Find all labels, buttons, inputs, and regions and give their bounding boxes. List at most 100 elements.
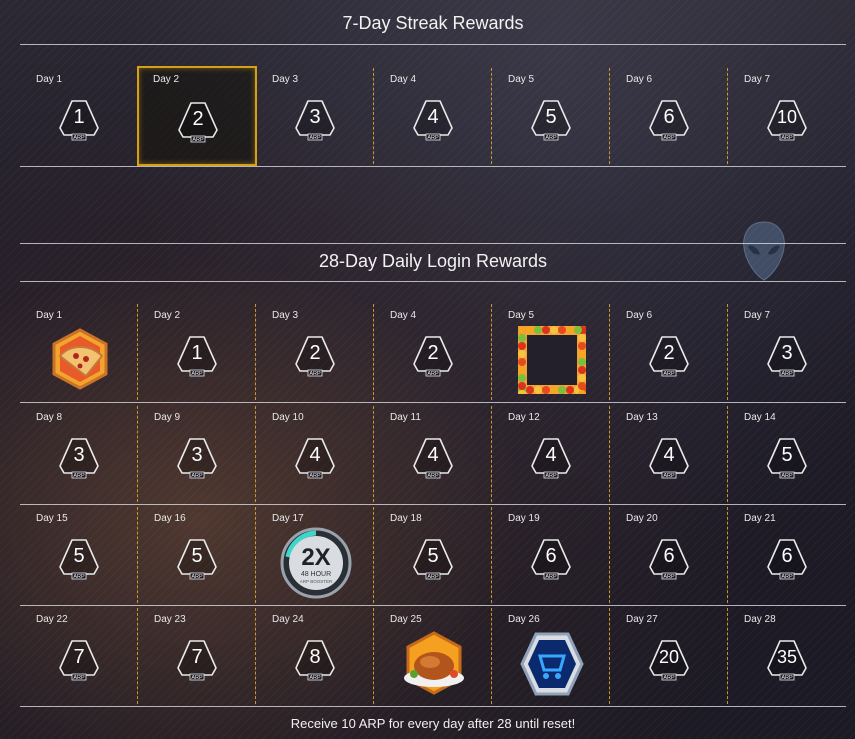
day-label: Day 23 <box>154 614 186 625</box>
svg-text:ARP BOOSTER: ARP BOOSTER <box>300 579 333 584</box>
arp-badge-icon: 4 <box>411 436 455 480</box>
arp-amount: 6 <box>663 106 675 128</box>
arp-badge-icon: 5 <box>529 98 573 142</box>
daily-section-title: 28-Day Daily Login Rewards <box>318 251 548 271</box>
day-label: Day 5 <box>508 310 535 321</box>
boost-multiplier: 2X <box>301 544 330 571</box>
daily-day-cell: Day 23 7 <box>138 606 256 706</box>
arp-amount: 5 <box>545 106 557 128</box>
day-label: Day 11 <box>390 412 421 423</box>
day-label: Day 28 <box>744 614 776 625</box>
shopping-cart-badge-icon <box>518 630 586 698</box>
daily-title-rule <box>20 281 846 282</box>
day-label: Day 27 <box>626 614 658 625</box>
arp-amount: 4 <box>309 444 321 466</box>
streak-top-rule <box>20 44 846 45</box>
arp-badge-icon: 6 <box>647 537 691 581</box>
arp-badge-icon: 4 <box>647 436 691 480</box>
day-label: Day 10 <box>272 412 304 423</box>
daily-day-cell: Day 11 4 <box>374 404 492 504</box>
daily-day-cell: Day 3 2 <box>256 302 374 402</box>
pizza-icon <box>46 326 114 394</box>
arp-badge-icon: 1 <box>175 334 219 378</box>
daily-day-cell: Day 24 8 <box>256 606 374 706</box>
daily-day-cell: Day 17 2X 48 HOUR ARP BOOSTER <box>256 505 374 605</box>
arp-amount: 3 <box>309 106 321 128</box>
daily-day-cell: Day 5 <box>492 302 610 402</box>
day-label: Day 17 <box>272 513 304 524</box>
daily-day-cell: Day 13 4 <box>610 404 728 504</box>
arp-badge-icon: 6 <box>529 537 573 581</box>
day-label: Day 7 <box>744 74 771 85</box>
day-label: Day 13 <box>626 412 658 423</box>
arp-badge-icon: 4 <box>529 436 573 480</box>
arp-badge-icon: 35 <box>765 638 809 682</box>
day-label: Day 16 <box>154 513 186 524</box>
arp-amount: 1 <box>73 106 85 128</box>
arp-badge-icon: 3 <box>175 436 219 480</box>
daily-day-cell: Day 20 6 <box>610 505 728 605</box>
daily-day-cell: Day 25 <box>374 606 492 706</box>
daily-day-cell: Day 1 <box>20 302 138 402</box>
arp-badge-icon: 4 <box>411 98 455 142</box>
arp-amount: 10 <box>776 107 798 127</box>
daily-row-rule <box>20 706 846 707</box>
day-label: Day 1 <box>36 310 63 321</box>
day-label: Day 9 <box>154 412 181 423</box>
day-label: Day 18 <box>390 513 422 524</box>
arp-amount: 7 <box>191 646 203 668</box>
daily-day-cell: Day 16 5 <box>138 505 256 605</box>
arp-amount: 2 <box>663 342 675 364</box>
day-label: Day 12 <box>508 412 540 423</box>
arp-amount: 2 <box>427 342 439 364</box>
arp-amount: 20 <box>658 647 680 667</box>
arp-amount: 4 <box>427 106 439 128</box>
daily-day-cell: Day 8 3 <box>20 404 138 504</box>
streak-day-cell: Day 2 2 <box>137 66 257 166</box>
autumn-leaves-frame-icon <box>518 326 590 398</box>
arp-badge-icon: 6 <box>765 537 809 581</box>
arp-badge-icon: 5 <box>175 537 219 581</box>
footer-note: Receive 10 ARP for every day after 28 un… <box>290 716 576 731</box>
streak-section-title: 7-Day Streak Rewards <box>342 13 524 33</box>
boost-2x-icon: 2X 48 HOUR ARP BOOSTER <box>280 527 352 599</box>
arp-amount: 6 <box>545 545 557 567</box>
arp-amount: 5 <box>73 545 85 567</box>
day-label: Day 4 <box>390 74 417 85</box>
day-label: Day 4 <box>390 310 417 321</box>
arp-amount: 4 <box>545 444 557 466</box>
arp-amount: 5 <box>191 545 203 567</box>
streak-bottom-rule <box>20 166 846 167</box>
streak-day-cell: Day 5 5 <box>492 66 610 166</box>
arp-amount: 5 <box>427 545 439 567</box>
arp-badge-icon: 8 <box>293 638 337 682</box>
streak-day-cell: Day 3 3 <box>256 66 374 166</box>
daily-day-cell: Day 6 2 <box>610 302 728 402</box>
daily-day-cell: Day 15 5 <box>20 505 138 605</box>
daily-top-rule <box>20 243 846 244</box>
streak-day-cell: Day 6 6 <box>610 66 728 166</box>
day-label: Day 26 <box>508 614 540 625</box>
arp-badge-icon: 20 <box>647 638 691 682</box>
arp-amount: 5 <box>781 444 793 466</box>
day-label: Day 24 <box>272 614 304 625</box>
daily-day-cell: Day 14 5 <box>728 404 846 504</box>
arp-amount: 8 <box>309 646 321 668</box>
day-label: Day 20 <box>626 513 658 524</box>
day-label: Day 15 <box>36 513 68 524</box>
arp-amount: 3 <box>191 444 203 466</box>
arp-badge-icon: 3 <box>293 98 337 142</box>
daily-row: Day 8 3 Day 9 3 Day 10 4 Day 11 4 Day 12 4 Day 13 4… <box>20 404 846 505</box>
arp-amount: 3 <box>781 342 793 364</box>
day-label: Day 2 <box>153 74 180 85</box>
daily-day-cell: Day 27 20 <box>610 606 728 706</box>
streak-day-cell: Day 4 4 <box>374 66 492 166</box>
arp-badge-icon: 2 <box>293 334 337 378</box>
arp-badge-icon: 3 <box>765 334 809 378</box>
arp-amount: 2 <box>192 108 204 130</box>
arp-amount: 1 <box>191 342 203 364</box>
daily-day-cell: Day 21 6 <box>728 505 846 605</box>
arp-amount: 2 <box>309 342 321 364</box>
streak-day-cell: Day 7 10 <box>728 66 846 166</box>
day-label: Day 3 <box>272 74 299 85</box>
